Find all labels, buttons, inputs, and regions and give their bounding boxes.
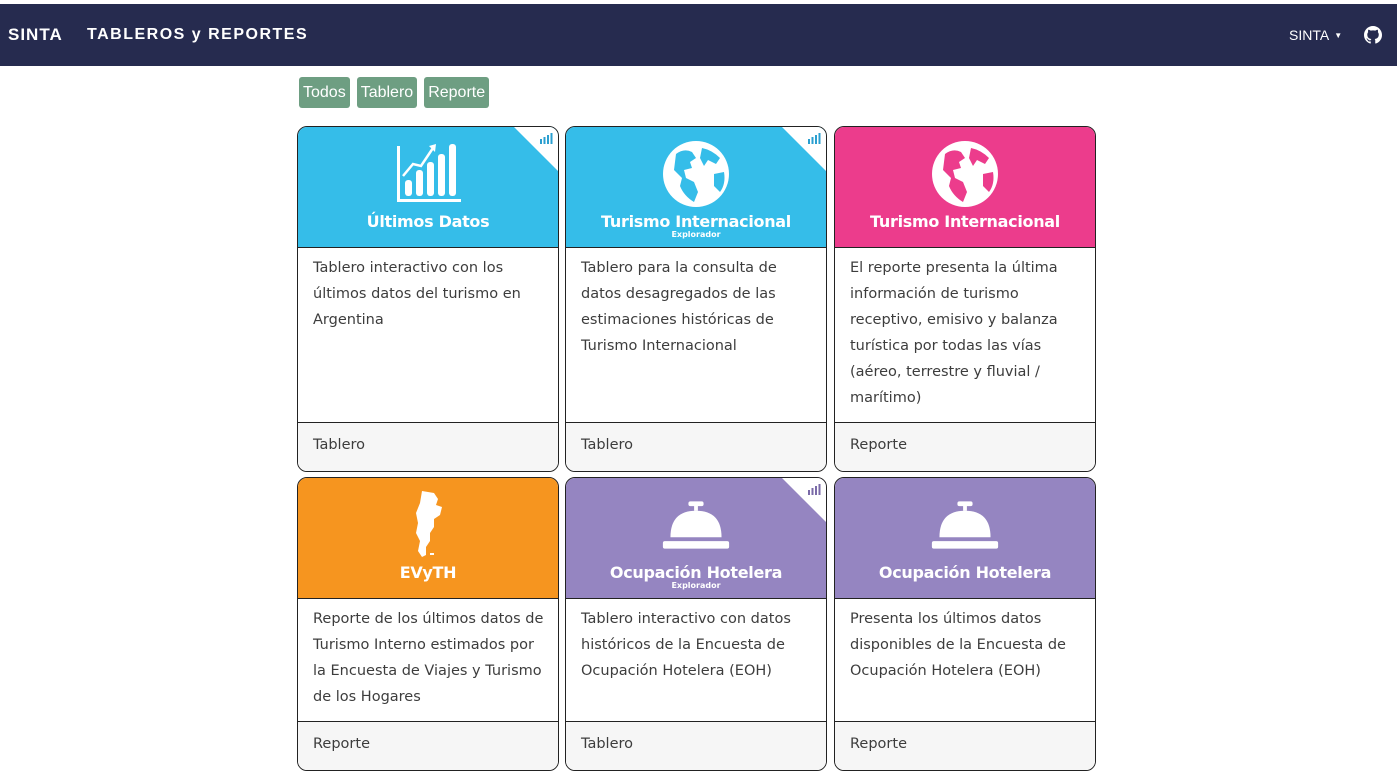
page-title[interactable]: TABLEROS y REPORTES — [87, 26, 308, 44]
card-description: Presenta los últimos datos disponibles d… — [850, 611, 1066, 679]
card-title: Últimos Datos — [366, 212, 490, 231]
card-turismo-internacional-explorador[interactable]: Turismo Internacional Explorador Tablero… — [565, 126, 827, 472]
card-title: Turismo Internacional — [870, 212, 1060, 231]
navbar: SINTA TABLEROS y REPORTES SINTA ▼ — [0, 4, 1397, 66]
brand-link[interactable]: SINTA — [8, 25, 63, 45]
card-header: Ocupación Hotelera Explorador — [566, 478, 826, 599]
card-type-label: Reporte — [835, 721, 1095, 770]
service-bell-icon — [930, 490, 1000, 560]
card-type-label: Tablero — [566, 422, 826, 471]
user-menu-label: SINTA — [1289, 27, 1330, 43]
card-evyth[interactable]: EVyTH Reporte de los últimos datos de Tu… — [297, 477, 559, 771]
dashboard-badge-icon — [540, 133, 553, 144]
filter-bar: Todos Tablero Reporte — [299, 77, 490, 108]
card-ocupacion-hotelera-reporte[interactable]: Ocupación Hotelera Presenta los últimos … — [834, 477, 1096, 771]
filter-tablero-button[interactable]: Tablero — [356, 77, 418, 108]
card-header: Ocupación Hotelera — [835, 478, 1095, 599]
card-header: EVyTH — [298, 478, 558, 599]
globe-icon — [661, 139, 731, 209]
card-header: Últimos Datos — [298, 127, 558, 248]
user-menu-dropdown[interactable]: SINTA ▼ — [1289, 27, 1342, 43]
card-type-label: Tablero — [566, 721, 826, 770]
card-type-label: Reporte — [298, 721, 558, 770]
card-title: Ocupación Hotelera — [878, 563, 1052, 582]
card-header: Turismo Internacional — [835, 127, 1095, 248]
card-description: Tablero interactivo con datos históricos… — [581, 611, 791, 679]
filter-todos-button[interactable]: Todos — [299, 77, 350, 108]
service-bell-icon — [661, 490, 731, 560]
card-description: Tablero interactivo con los últimos dato… — [313, 260, 521, 328]
bar-chart-icon — [393, 139, 463, 209]
card-type-label: Reporte — [835, 422, 1095, 471]
card-header: Turismo Internacional Explorador — [566, 127, 826, 248]
card-title: EVyTH — [399, 563, 457, 582]
card-title: Ocupación Hotelera — [609, 563, 783, 582]
card-description: Tablero para la consulta de datos desagr… — [581, 260, 777, 354]
caret-down-icon: ▼ — [1334, 30, 1343, 40]
filter-reporte-button[interactable]: Reporte — [424, 77, 490, 108]
card-description: El reporte presenta la última informació… — [850, 260, 1058, 406]
card-title: Turismo Internacional — [601, 212, 791, 231]
dashboard-badge-icon — [808, 133, 821, 144]
github-icon[interactable] — [1364, 26, 1382, 44]
card-subtitle: Explorador — [671, 581, 721, 590]
globe-icon — [930, 139, 1000, 209]
card-subtitle: Explorador — [671, 230, 721, 239]
card-description: Reporte de los últimos datos de Turismo … — [313, 611, 544, 705]
dashboard-badge-icon — [808, 484, 821, 495]
card-type-label: Tablero — [298, 422, 558, 471]
argentina-map-icon — [393, 490, 463, 560]
card-ocupacion-hotelera-explorador[interactable]: Ocupación Hotelera Explorador Tablero in… — [565, 477, 827, 771]
card-ultimos-datos[interactable]: Últimos Datos Tablero interactivo con lo… — [297, 126, 559, 472]
card-turismo-internacional-reporte[interactable]: Turismo Internacional El reporte present… — [834, 126, 1096, 472]
